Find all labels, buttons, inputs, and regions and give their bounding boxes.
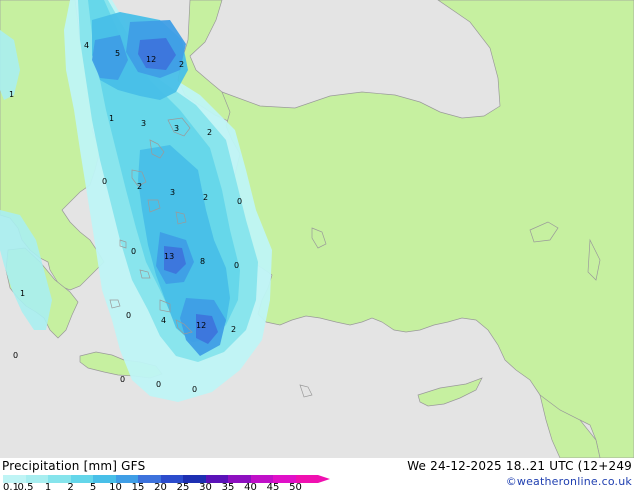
- valid-time: We 24-12-2025 18..21 UTC (12+249: [407, 459, 632, 473]
- value-label: 13: [164, 252, 174, 261]
- scale-label-25: 25: [176, 482, 190, 493]
- value-label: 3: [141, 119, 146, 128]
- value-label: 2: [231, 325, 236, 334]
- value-label: 0: [120, 375, 125, 384]
- value-label: 12: [196, 321, 206, 330]
- scale-label-35: 35: [221, 482, 235, 493]
- scale-label-40: 40: [244, 482, 257, 493]
- scale-label-1: 1: [44, 482, 52, 493]
- value-label: 1: [20, 289, 25, 298]
- scale-label-5: 5: [89, 482, 97, 493]
- color-scale-labels: 0.1 0.5 1 2 5 10 15 20 25 30 35 40 45 50: [0, 482, 330, 493]
- value-label: 0: [237, 197, 242, 206]
- value-label: 0: [156, 380, 161, 389]
- value-label: 4: [84, 41, 89, 50]
- value-label: 12: [146, 55, 156, 64]
- value-label: 0: [131, 247, 136, 256]
- precipitation-map: 4 5 12 2 1 1 3 3 2 0 2 3 2 0 0 13 8 0 1 …: [0, 0, 634, 458]
- value-label: 8: [200, 257, 205, 266]
- scale-label-50: 50: [289, 482, 302, 493]
- value-label: 1: [109, 114, 114, 123]
- value-label: 2: [137, 182, 142, 191]
- value-label: 3: [170, 188, 175, 197]
- credit-link[interactable]: ©weatheronline.co.uk: [506, 475, 632, 488]
- scale-label-0.5: 0.5: [17, 482, 34, 493]
- scale-label-15: 15: [131, 482, 145, 493]
- value-label: 3: [174, 124, 179, 133]
- product-title: Precipitation [mm] GFS: [2, 459, 146, 473]
- value-label: 2: [207, 128, 212, 137]
- value-label: 0: [234, 261, 239, 270]
- value-label: 0: [102, 177, 107, 186]
- value-label: 4: [161, 316, 166, 325]
- value-label: 0: [192, 385, 197, 394]
- scale-label-2: 2: [67, 482, 74, 493]
- value-label: 0: [13, 351, 18, 360]
- scale-label-30: 30: [199, 482, 212, 493]
- value-label: 2: [179, 60, 184, 69]
- map-footer: Precipitation [mm] GFS We 24-12-2025 18.…: [0, 458, 634, 493]
- value-label: 2: [203, 193, 208, 202]
- value-label: 1: [9, 90, 14, 99]
- value-label: 0: [126, 311, 131, 320]
- scale-label-45: 45: [266, 482, 280, 493]
- scale-label-20: 20: [154, 482, 167, 493]
- value-label: 5: [115, 49, 120, 58]
- scale-label-10: 10: [109, 482, 122, 493]
